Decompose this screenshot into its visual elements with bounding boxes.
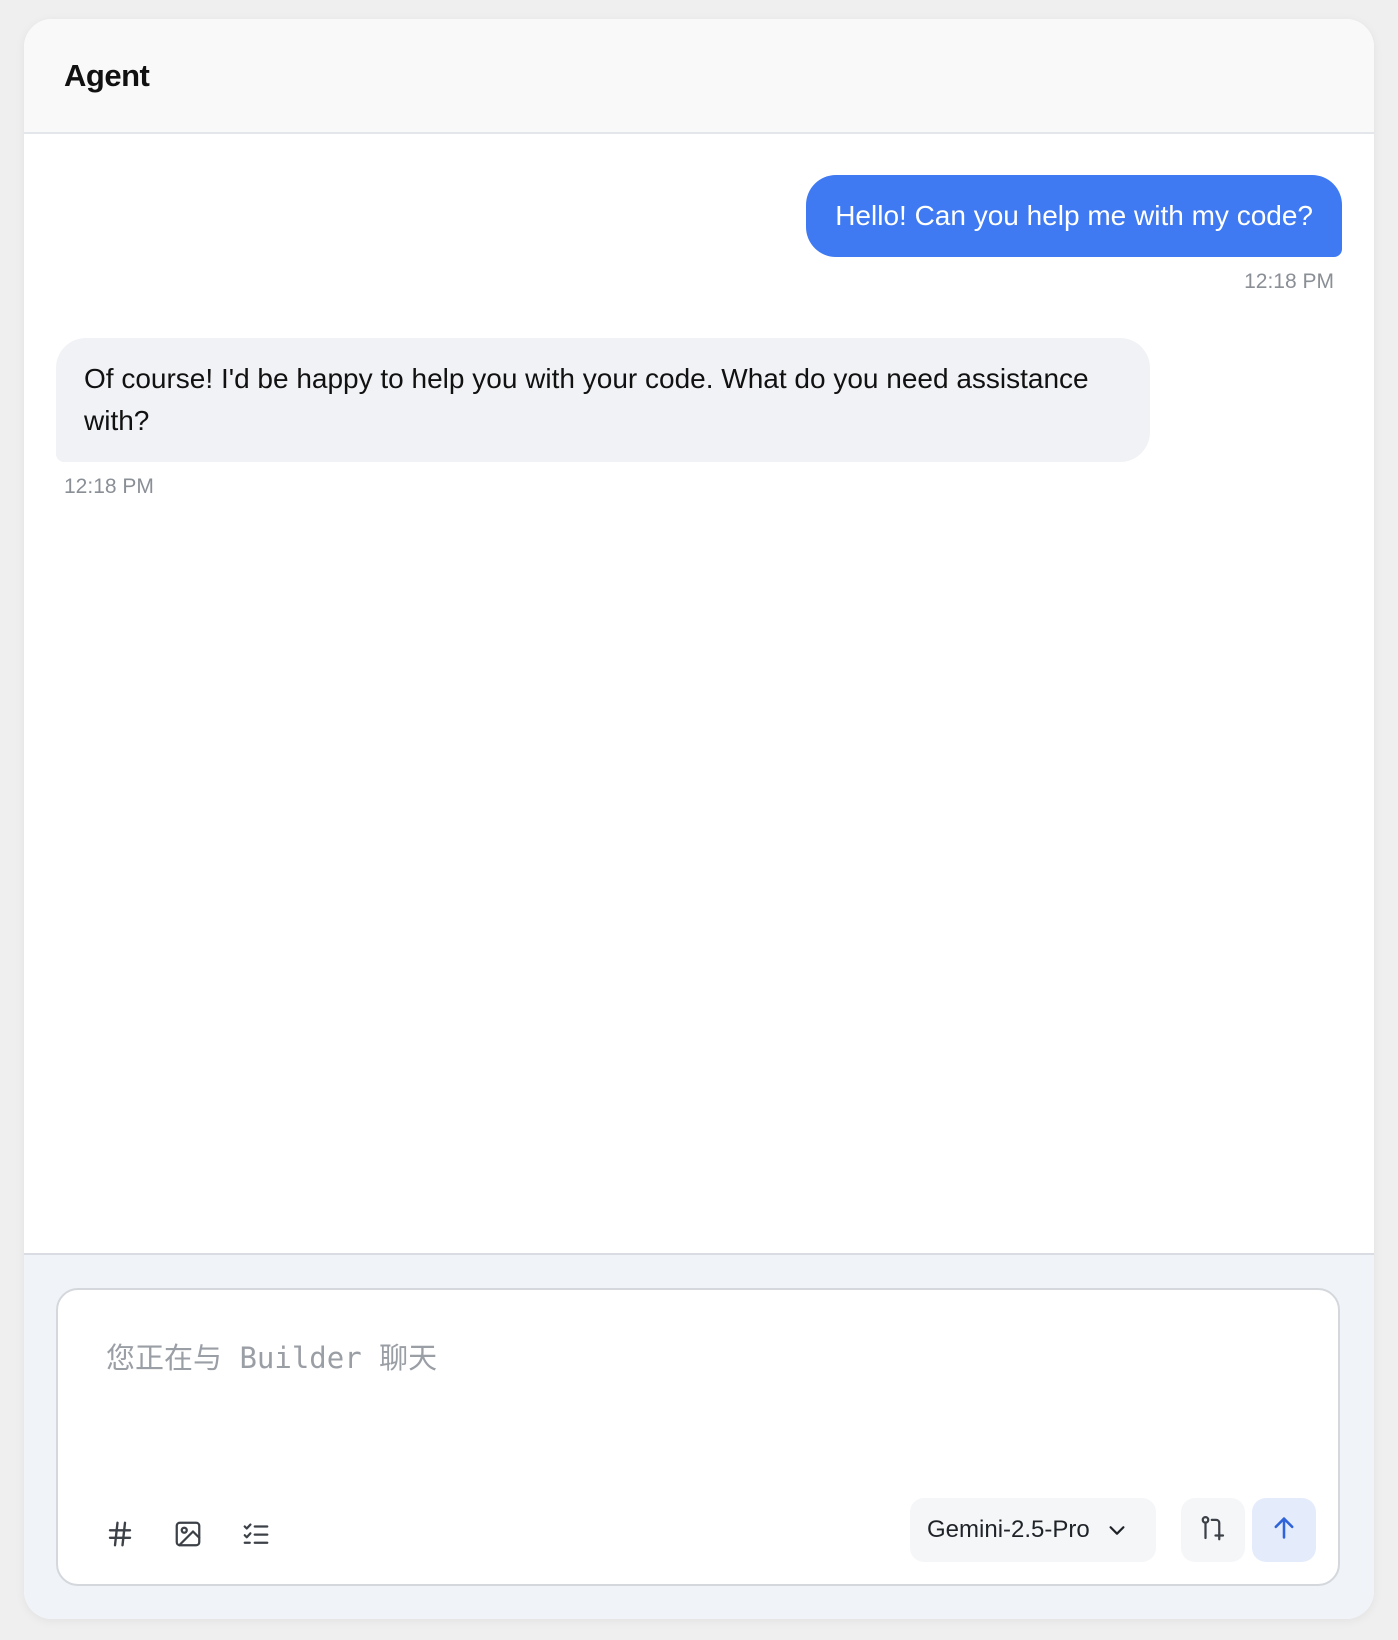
page-title: Agent — [64, 57, 150, 93]
agent-window: Agent Hello! Can you help me with my cod… — [24, 19, 1374, 1619]
send-button[interactable] — [1252, 1498, 1316, 1562]
arrow-up-icon — [1270, 1514, 1298, 1547]
header: Agent — [24, 19, 1374, 134]
assistant-message-timestamp: 12:18 PM — [64, 475, 154, 498]
user-message-timestamp: 12:18 PM — [1244, 270, 1334, 293]
composer-area: Gemini-2.5-Pro — [24, 1253, 1374, 1619]
composer: Gemini-2.5-Pro — [56, 1288, 1340, 1586]
hash-icon — [105, 1519, 135, 1549]
mention-context-button[interactable] — [98, 1512, 142, 1556]
attach-image-button[interactable] — [166, 1512, 210, 1556]
model-selector-label: Gemini-2.5-Pro — [927, 1516, 1090, 1543]
message-input[interactable] — [106, 1328, 1286, 1388]
chevron-down-icon — [1106, 1519, 1128, 1541]
message-list[interactable]: Hello! Can you help me with my code? 12:… — [24, 134, 1374, 1273]
task-list-button[interactable] — [234, 1512, 278, 1556]
user-message-bubble: Hello! Can you help me with my code? — [806, 175, 1342, 257]
model-selector[interactable]: Gemini-2.5-Pro — [910, 1498, 1156, 1562]
image-icon — [173, 1519, 203, 1549]
checklist-icon — [241, 1519, 271, 1549]
create-pull-request-button[interactable] — [1181, 1498, 1245, 1562]
git-pull-request-icon — [1198, 1513, 1228, 1548]
assistant-message-bubble: Of course! I'd be happy to help you with… — [56, 338, 1150, 462]
